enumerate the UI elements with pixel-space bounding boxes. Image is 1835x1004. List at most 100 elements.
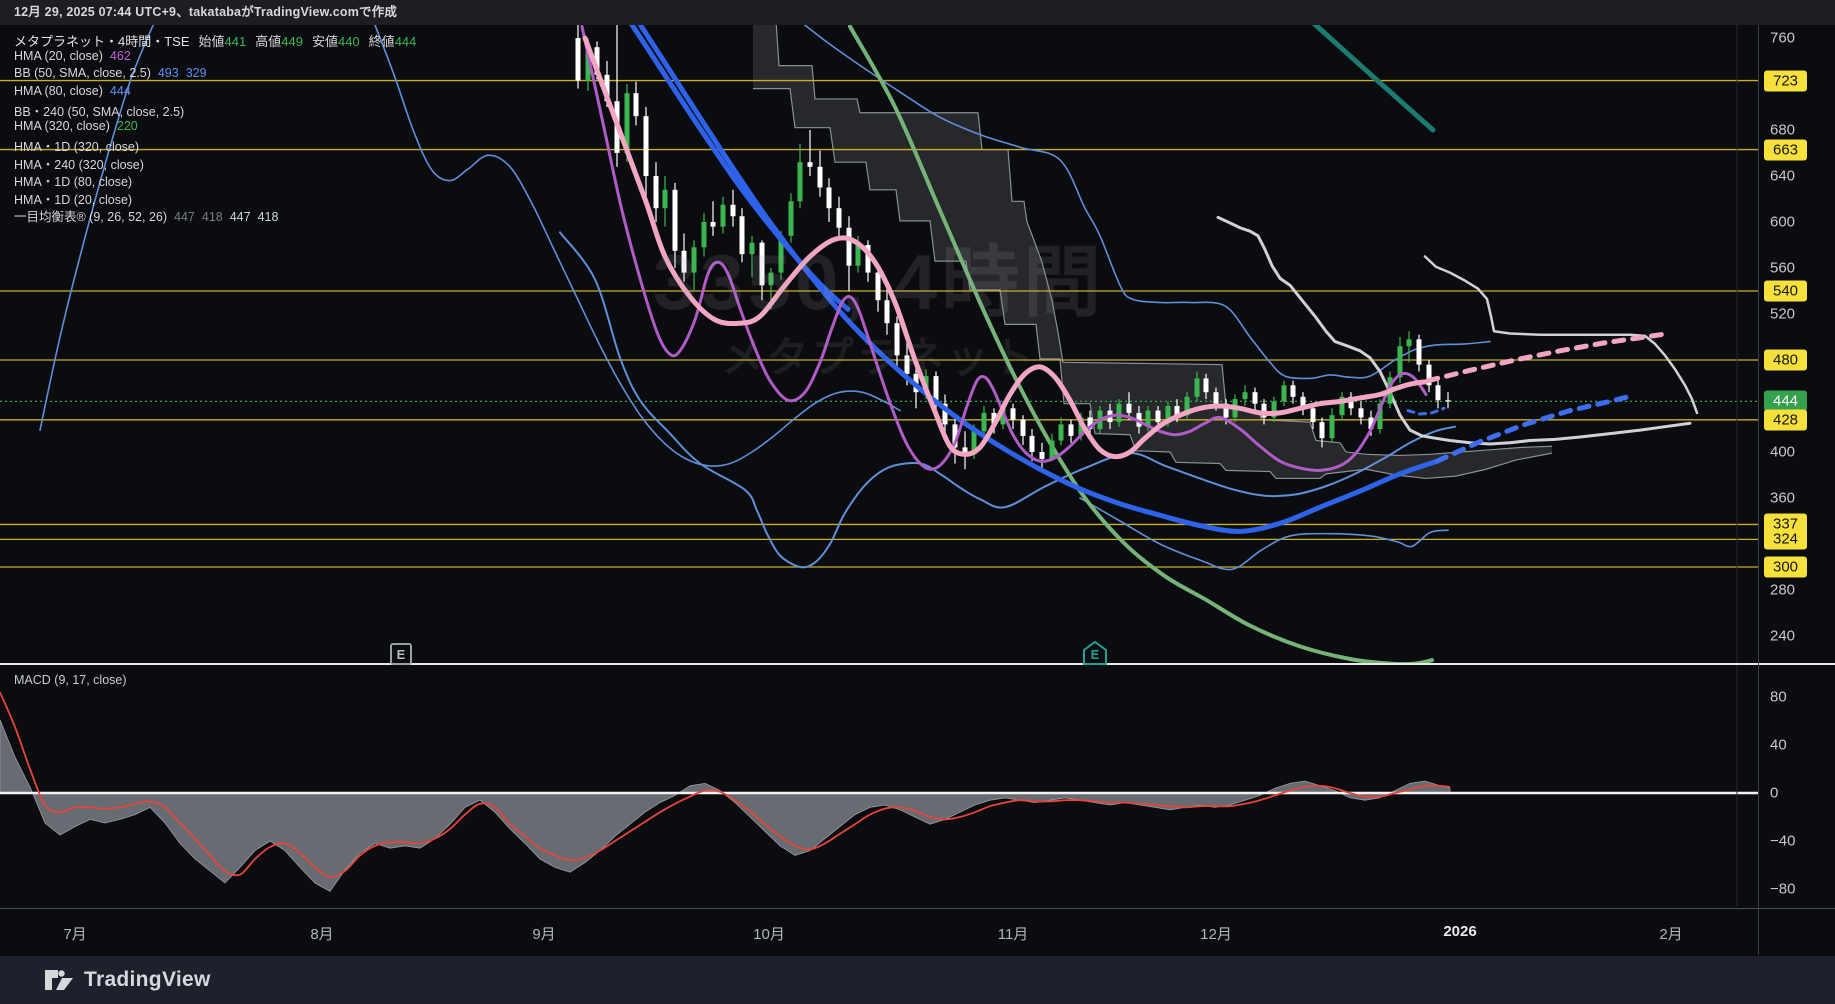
svg-text:E: E <box>1091 647 1100 662</box>
legend-row-indicator[interactable]: HMA (20, close) 462 <box>14 49 416 67</box>
tradingview-logo-icon <box>44 966 74 994</box>
candle <box>1291 385 1296 396</box>
earnings-upcoming-icon[interactable]: E <box>1082 640 1106 664</box>
candle <box>895 323 900 355</box>
price-level-badge: 663 <box>1764 139 1807 160</box>
candle <box>692 247 697 272</box>
candle <box>1021 420 1026 436</box>
indicator-label: HMA・1D (320, close) <box>14 140 139 154</box>
legend-row-indicator[interactable]: HMA・240 (320, close) <box>14 154 416 172</box>
candle <box>1214 392 1219 403</box>
indicator-value: 493 <box>158 66 179 80</box>
macd-pane[interactable] <box>0 692 1758 891</box>
candle <box>876 273 881 301</box>
candle <box>827 187 832 208</box>
candle <box>1069 424 1074 435</box>
candle <box>1320 422 1325 438</box>
tradingview-logo-text: TradingView <box>84 968 211 992</box>
legend-row-symbol[interactable]: メタプラネット・4時間・TSE始値441高値449安値440終値444 <box>14 31 416 49</box>
price-label: 280 <box>1770 581 1795 598</box>
macd-axis-label: −80 <box>1770 881 1795 898</box>
price-label: 680 <box>1770 121 1795 138</box>
price-label: 400 <box>1770 443 1795 460</box>
candle <box>634 93 639 116</box>
indicator-label: HMA・240 (320, close) <box>14 158 144 172</box>
legend-row-indicator[interactable]: 一目均衡表® (9, 26, 52, 26)447418447418 <box>14 206 416 224</box>
price-label: 640 <box>1770 167 1795 184</box>
macd-axis-label: −40 <box>1770 833 1795 850</box>
price-level-badge: 300 <box>1764 556 1807 577</box>
price-label: 520 <box>1770 305 1795 322</box>
candle <box>654 176 659 208</box>
price-level-badge: 324 <box>1764 529 1807 550</box>
indicator-label: HMA・1D (20, close) <box>14 193 132 207</box>
blue-dashed-short <box>1408 408 1444 414</box>
candle <box>769 273 774 286</box>
candle <box>1282 385 1287 401</box>
tradingview-snapshot: 3350, 4時間 メタプラネット 12月 29, 2025 07:44 UTC… <box>0 0 1835 1004</box>
indicator-label: HMA (20, close) <box>14 49 103 63</box>
legend-row-indicator[interactable]: HMA (320, close) 220 <box>14 119 416 137</box>
legend-row-indicator[interactable]: HMA・1D (320, close) <box>14 136 416 154</box>
candle <box>731 205 736 216</box>
creation-info-text: 12月 29, 2025 07:44 UTC+9、takatabaがTradin… <box>14 5 397 19</box>
legend-row-indicator[interactable]: BB (50, SMA, close, 2.5) 493 329 <box>14 66 416 84</box>
pane-separator[interactable] <box>0 663 1835 665</box>
time-axis-label: 8月 <box>310 923 333 944</box>
indicator-legend: メタプラネット・4時間・TSE始値441高値449安値440終値444HMA (… <box>14 31 416 224</box>
candle <box>1311 408 1316 422</box>
candle <box>982 413 987 431</box>
macd-legend[interactable]: MACD (9, 17, close) <box>14 673 127 687</box>
time-axis-label: 7月 <box>63 923 86 944</box>
indicator-value: 220 <box>117 119 138 133</box>
price-axis[interactable]: 7607236806636406005605405204804444284003… <box>1758 25 1835 955</box>
candle <box>1407 339 1412 346</box>
candle <box>1417 339 1422 364</box>
legend-row-indicator[interactable]: HMA・1D (20, close) <box>14 189 416 207</box>
candle <box>702 222 707 247</box>
ohlc-pair: 安値440 <box>312 34 360 49</box>
indicator-value: 418 <box>202 210 223 224</box>
candle <box>837 208 842 228</box>
hma320-blue-thick-2 <box>618 4 848 310</box>
creation-info-bar: 12月 29, 2025 07:44 UTC+9、takatabaがTradin… <box>0 0 1835 25</box>
time-axis-label: 10月 <box>753 923 785 944</box>
price-level-badge: 480 <box>1764 349 1807 370</box>
legend-row-indicator[interactable]: HMA (80, close) 444 <box>14 84 416 102</box>
time-axis-label: 9月 <box>532 923 555 944</box>
indicator-label: BB・240 (50, SMA, close, 2.5) <box>14 105 184 119</box>
macd-axis-label: 40 <box>1770 737 1787 754</box>
price-level-badge: 723 <box>1764 70 1807 91</box>
indicator-label: BB (50, SMA, close, 2.5) <box>14 66 151 80</box>
indicator-value: 462 <box>110 49 131 63</box>
price-level-badge: 540 <box>1764 280 1807 301</box>
candle <box>721 205 726 227</box>
macd-axis-label: 80 <box>1770 689 1787 706</box>
indicator-value: 418 <box>258 210 279 224</box>
indicator-value: 447 <box>230 210 251 224</box>
earnings-icon[interactable]: E <box>389 642 413 666</box>
tradingview-logo[interactable]: TradingView <box>44 966 211 994</box>
candle <box>1253 392 1258 403</box>
candle <box>1195 378 1200 396</box>
svg-text:E: E <box>397 647 406 662</box>
ohlc-pair: 始値441 <box>199 34 247 49</box>
legend-row-indicator[interactable]: HMA・1D (80, close) <box>14 171 416 189</box>
candle <box>576 38 581 81</box>
indicator-value: 329 <box>186 66 207 80</box>
candle <box>740 216 745 254</box>
candle <box>1359 408 1364 417</box>
indicator-value: 444 <box>110 84 131 98</box>
legend-row-indicator[interactable]: BB・240 (50, SMA, close, 2.5) <box>14 101 416 119</box>
time-axis[interactable]: 7月8月9月10月11月12月20262月 <box>0 908 1835 957</box>
candle <box>682 251 687 273</box>
price-label: 560 <box>1770 259 1795 276</box>
indicator-label: HMA (320, close) <box>14 119 110 133</box>
price-label: 240 <box>1770 627 1795 644</box>
footer-bar: TradingView <box>0 956 1835 1004</box>
candle <box>1127 404 1132 413</box>
indicator-label: HMA (80, close) <box>14 84 103 98</box>
candle <box>1040 452 1045 459</box>
macd-axis-label: 0 <box>1770 785 1778 802</box>
candle <box>1156 411 1161 422</box>
